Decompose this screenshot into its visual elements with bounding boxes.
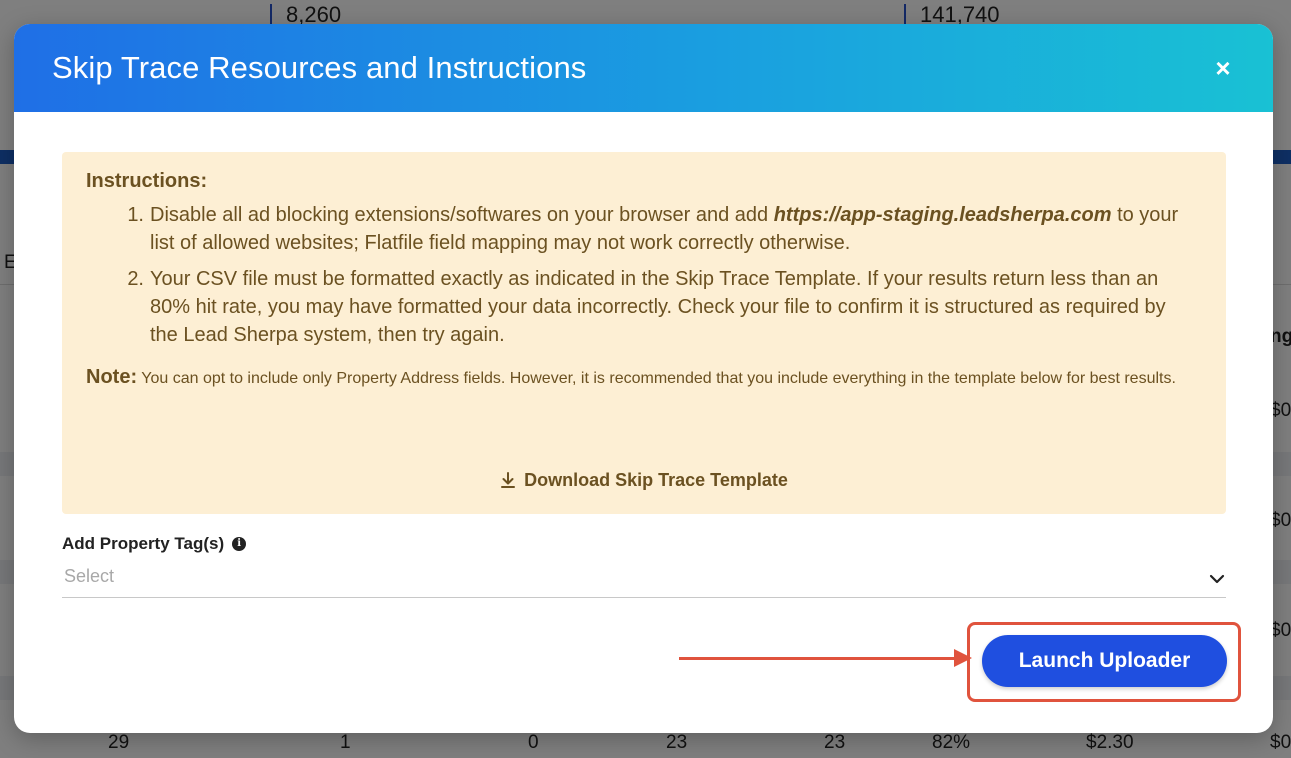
modal-header: Skip Trace Resources and Instructions × [14,24,1273,112]
skip-trace-modal: Skip Trace Resources and Instructions × … [14,24,1273,733]
download-template-label: Download Skip Trace Template [524,470,788,490]
annotation-arrow [679,657,965,660]
instruction-item: 1. Disable all ad blocking extensions/so… [86,201,1202,257]
instructions-heading: Instructions: [86,170,208,192]
instruction-text: Disable all ad blocking extensions/softw… [150,204,1179,254]
note-label: Note: [86,366,138,388]
instructions-panel: Instructions: 1. Disable all ad blocking… [62,152,1226,514]
download-icon [501,472,516,488]
property-tag-select[interactable]: Select [62,562,1226,598]
instruction-text: Your CSV file must be formatted exactly … [150,268,1166,346]
instructions-list: 1. Disable all ad blocking extensions/so… [86,201,1202,349]
instruction-number: 2. [127,268,144,290]
info-icon[interactable]: i [232,537,247,551]
download-template-link[interactable]: Download Skip Trace Template [62,470,1226,491]
instruction-number: 1. [127,204,144,226]
property-tag-label: Add Property Tag(s) i [62,534,247,554]
select-placeholder: Select [64,566,115,586]
instruction-item: 2. Your CSV file must be formatted exact… [86,265,1202,349]
modal-title: Skip Trace Resources and Instructions [52,50,587,85]
allowed-website-link: https://app-staging.leadsherpa.com [773,204,1112,226]
close-icon[interactable]: × [1211,55,1235,81]
note-text: Note: You can opt to include only Proper… [86,366,1176,388]
launch-uploader-button[interactable]: Launch Uploader [982,635,1227,687]
chevron-down-icon [1209,574,1225,584]
